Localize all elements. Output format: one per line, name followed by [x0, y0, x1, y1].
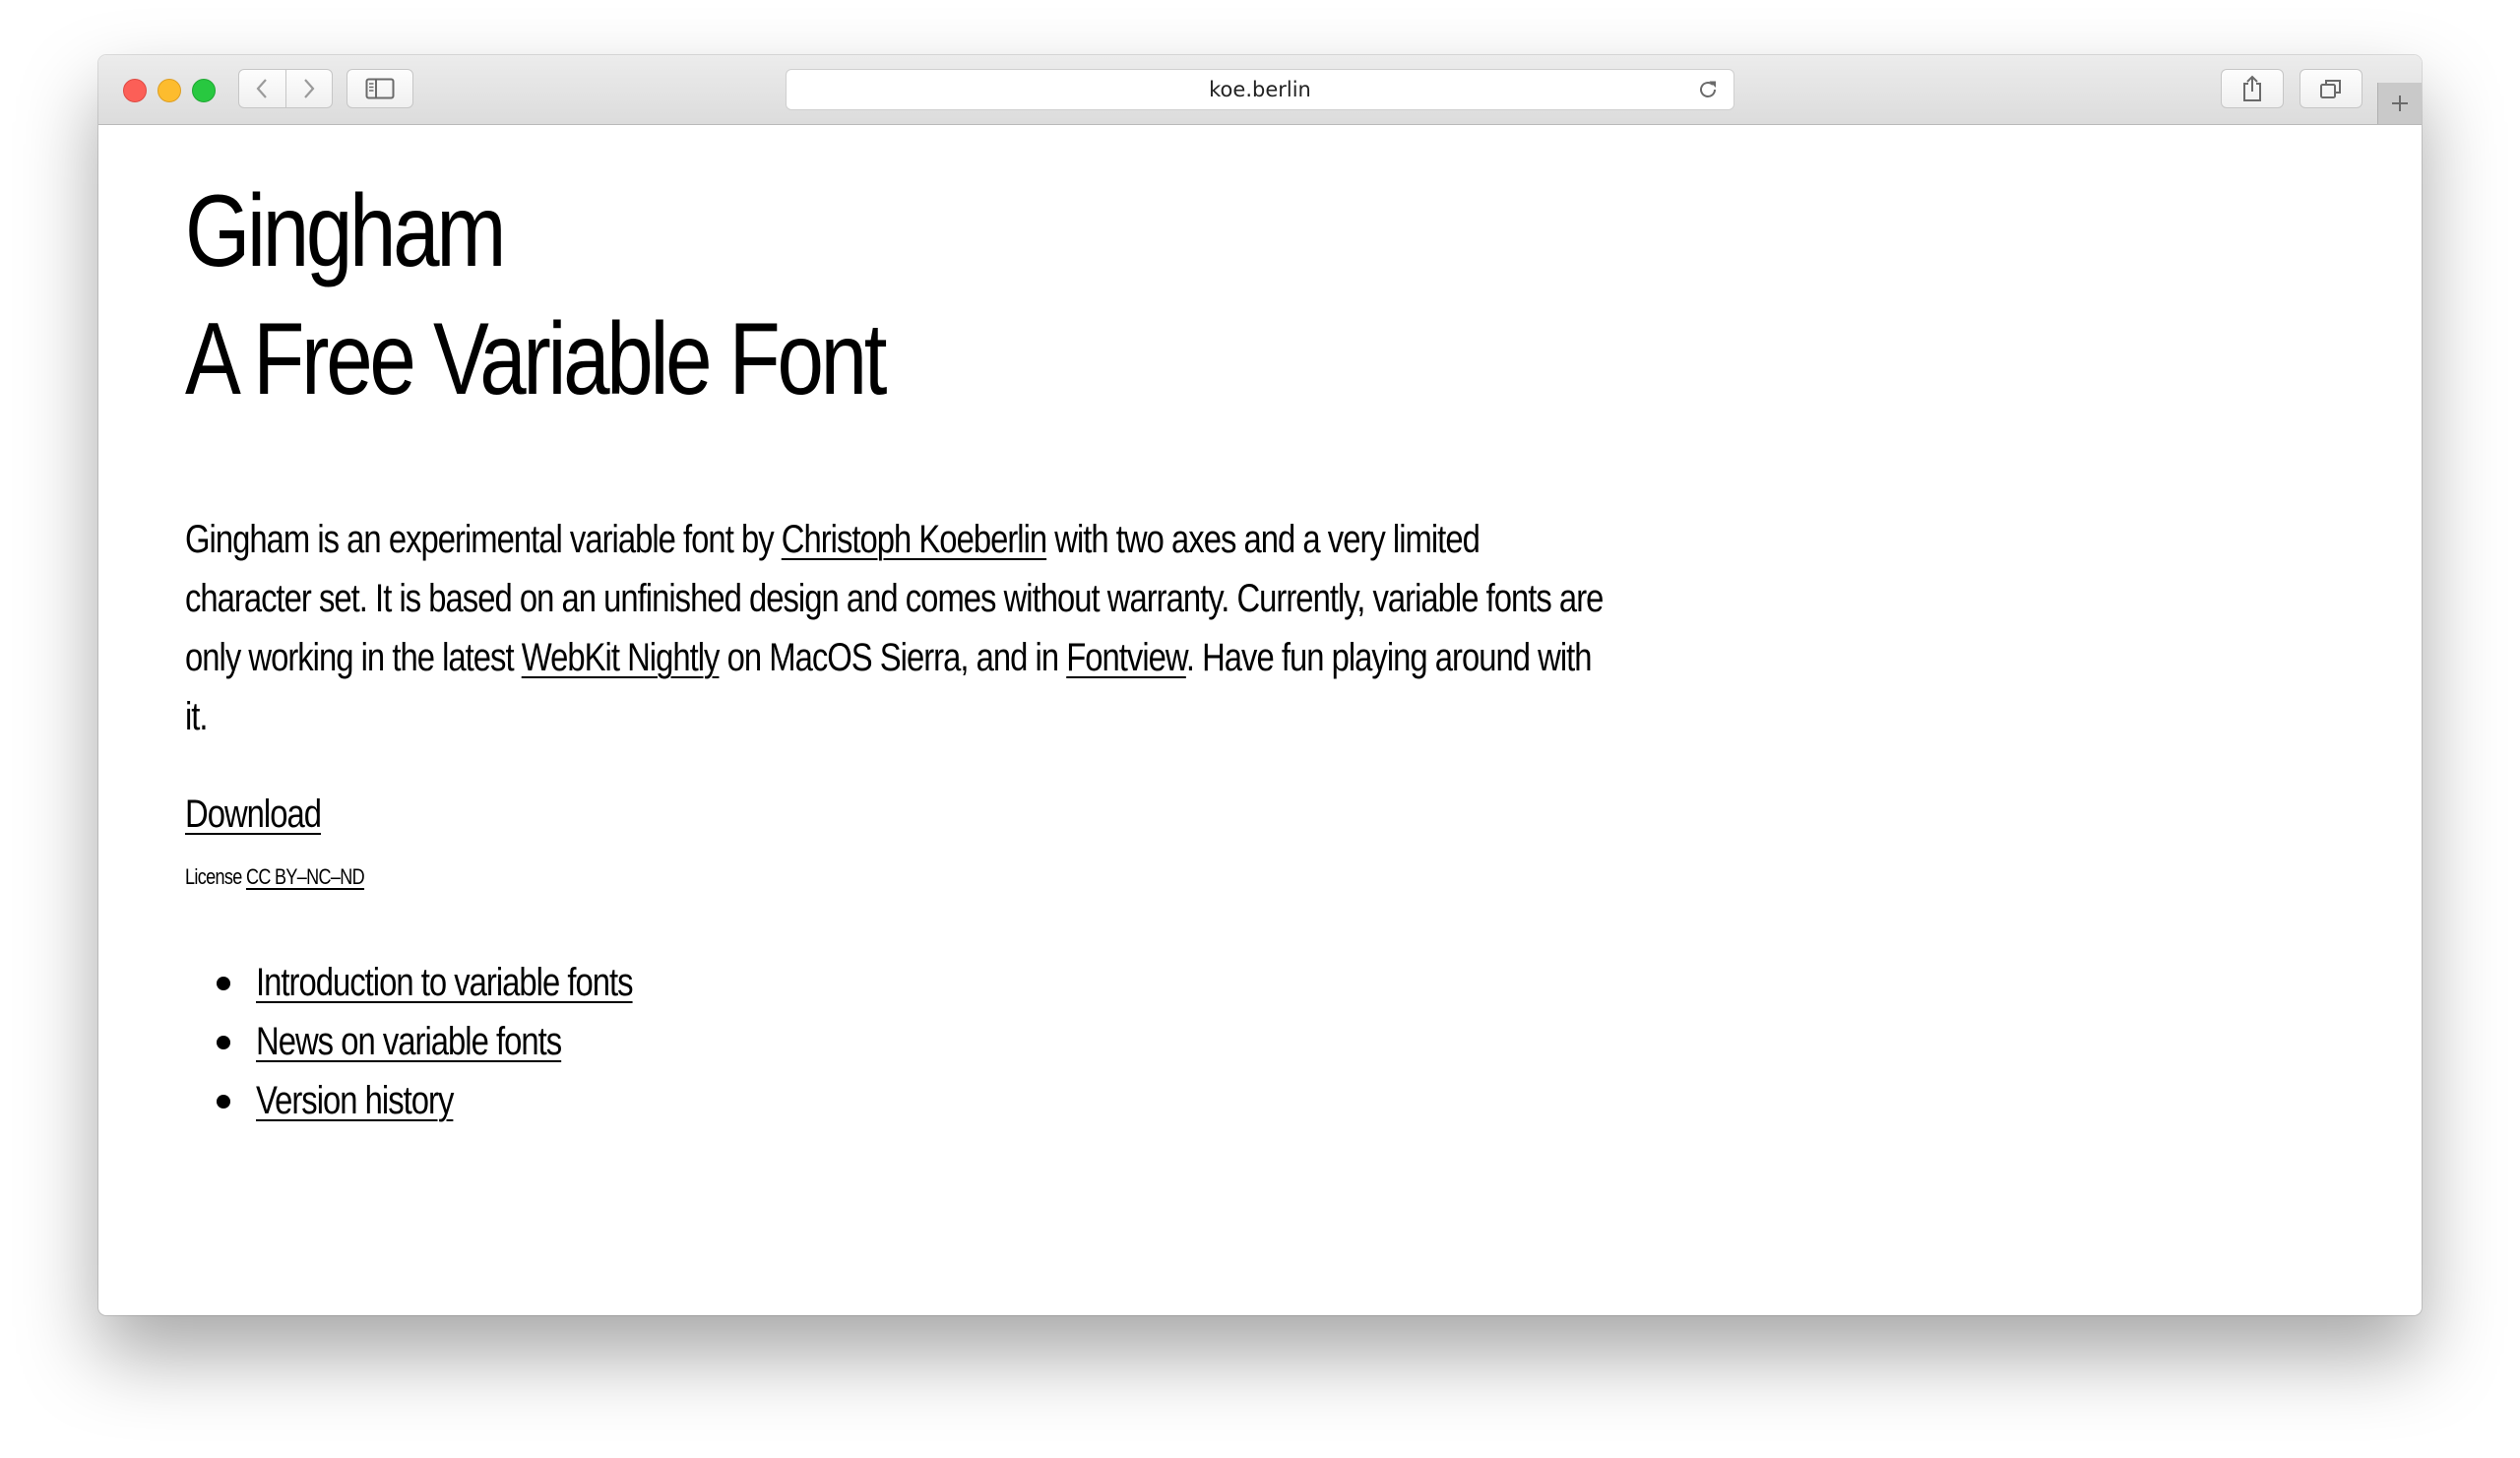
intro-paragraph: Gingham is an experimental variable font…	[185, 510, 1606, 746]
zoom-window-button[interactable]	[192, 79, 216, 102]
close-window-button[interactable]	[123, 79, 147, 102]
url-text: koe.berlin	[1209, 78, 1311, 101]
share-icon	[2243, 75, 2261, 101]
resource-links-list: Introduction to variable fonts News on v…	[185, 953, 716, 1130]
title-subtitle: A Free Variable Font	[185, 302, 887, 416]
new-tab-button[interactable]	[2377, 83, 2422, 124]
intro-text-3: on MacOS Sierra, and in	[719, 636, 1067, 679]
minimize-window-button[interactable]	[158, 79, 181, 102]
sidebar-button[interactable]	[346, 69, 413, 108]
news-variable-fonts-link[interactable]: News on variable fonts	[256, 1012, 562, 1071]
download-section: Download	[185, 790, 322, 839]
plus-icon	[2392, 95, 2408, 111]
reload-icon[interactable]	[1696, 78, 1720, 101]
download-link[interactable]: Download	[185, 792, 322, 836]
share-button[interactable]	[2221, 69, 2284, 108]
license-line: License CC BY–NC–ND	[185, 862, 365, 892]
forward-button[interactable]	[284, 70, 333, 107]
version-history-link[interactable]: Version history	[256, 1071, 454, 1130]
back-button[interactable]	[239, 70, 285, 107]
intro-text-1: Gingham is an experimental variable font…	[185, 518, 782, 561]
bullet-icon	[217, 1095, 230, 1109]
license-label: License	[185, 864, 242, 889]
fontview-link[interactable]: Fontview	[1066, 636, 1187, 679]
list-item: News on variable fonts	[185, 1012, 716, 1071]
intro-variable-fonts-link[interactable]: Introduction to variable fonts	[256, 953, 634, 1012]
list-item: Introduction to variable fonts	[185, 953, 716, 1012]
browser-window: koe.berlin Gingham A Free Variable Font …	[98, 55, 2422, 1315]
show-tabs-button[interactable]	[2300, 69, 2362, 108]
browser-toolbar: koe.berlin	[98, 55, 2422, 125]
author-link[interactable]: Christoph Koeberlin	[782, 518, 1047, 561]
page-content: Gingham A Free Variable Font Gingham is …	[185, 124, 2422, 1315]
address-bar[interactable]: koe.berlin	[786, 69, 1734, 110]
bullet-icon	[217, 977, 230, 990]
webkit-nightly-link[interactable]: WebKit Nightly	[522, 636, 721, 679]
sidebar-icon	[365, 78, 395, 99]
bullet-icon	[217, 1036, 230, 1049]
list-item: Version history	[185, 1071, 716, 1130]
title-font-name: Gingham	[185, 174, 506, 288]
tabs-icon	[2320, 80, 2341, 98]
license-link[interactable]: CC BY–NC–ND	[246, 864, 365, 889]
chevron-left-icon	[256, 79, 268, 98]
chevron-right-icon	[303, 79, 315, 98]
navigation-buttons	[238, 69, 333, 108]
page-title: Gingham A Free Variable Font	[185, 167, 887, 423]
